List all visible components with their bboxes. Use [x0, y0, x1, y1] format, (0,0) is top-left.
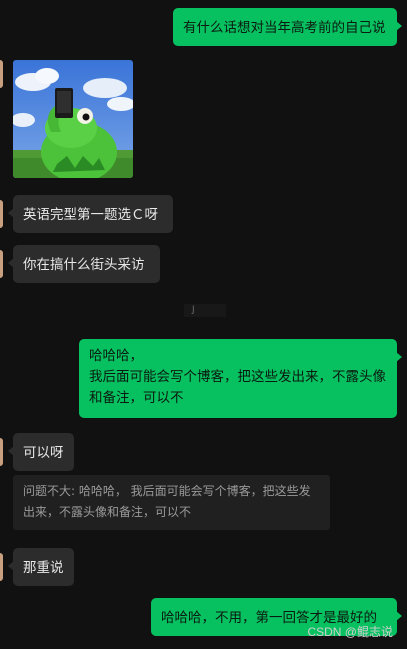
message-bubble-incoming[interactable]: 那重说: [8, 548, 74, 586]
message-bubble-incoming[interactable]: 可以呀: [8, 433, 74, 471]
avatar[interactable]: [0, 250, 3, 278]
sticker-image[interactable]: [13, 60, 133, 178]
avatar[interactable]: [0, 60, 3, 88]
avatar[interactable]: [0, 553, 3, 581]
avatar[interactable]: [0, 438, 3, 466]
quoted-message[interactable]: 问题不大: 哈哈哈， 我后面可能会写个博客，把这些发出来，不露头像和备注，可以不: [13, 475, 330, 530]
chat-window: 有什么话想对当年高考前的自己说 英语完型第一题选Ｃ呀 你在搞什么街头采访 J 哈…: [0, 0, 407, 649]
avatar[interactable]: [0, 200, 3, 228]
message-bubble-outgoing[interactable]: 哈哈哈， 我后面可能会写个博客，把这些发出来，不露头像和备注，可以不: [79, 339, 402, 418]
message-bubble-incoming[interactable]: 英语完型第一题选Ｃ呀: [8, 195, 173, 233]
watermark: CSDN @鲲志说: [307, 625, 393, 639]
message-bubble-outgoing[interactable]: 有什么话想对当年高考前的自己说: [173, 8, 402, 46]
message-bubble-incoming[interactable]: 你在搞什么街头采访: [8, 245, 160, 283]
kermit-frog-holding-phone-sticker: [13, 60, 133, 178]
timestamp-divider: J: [184, 304, 226, 317]
